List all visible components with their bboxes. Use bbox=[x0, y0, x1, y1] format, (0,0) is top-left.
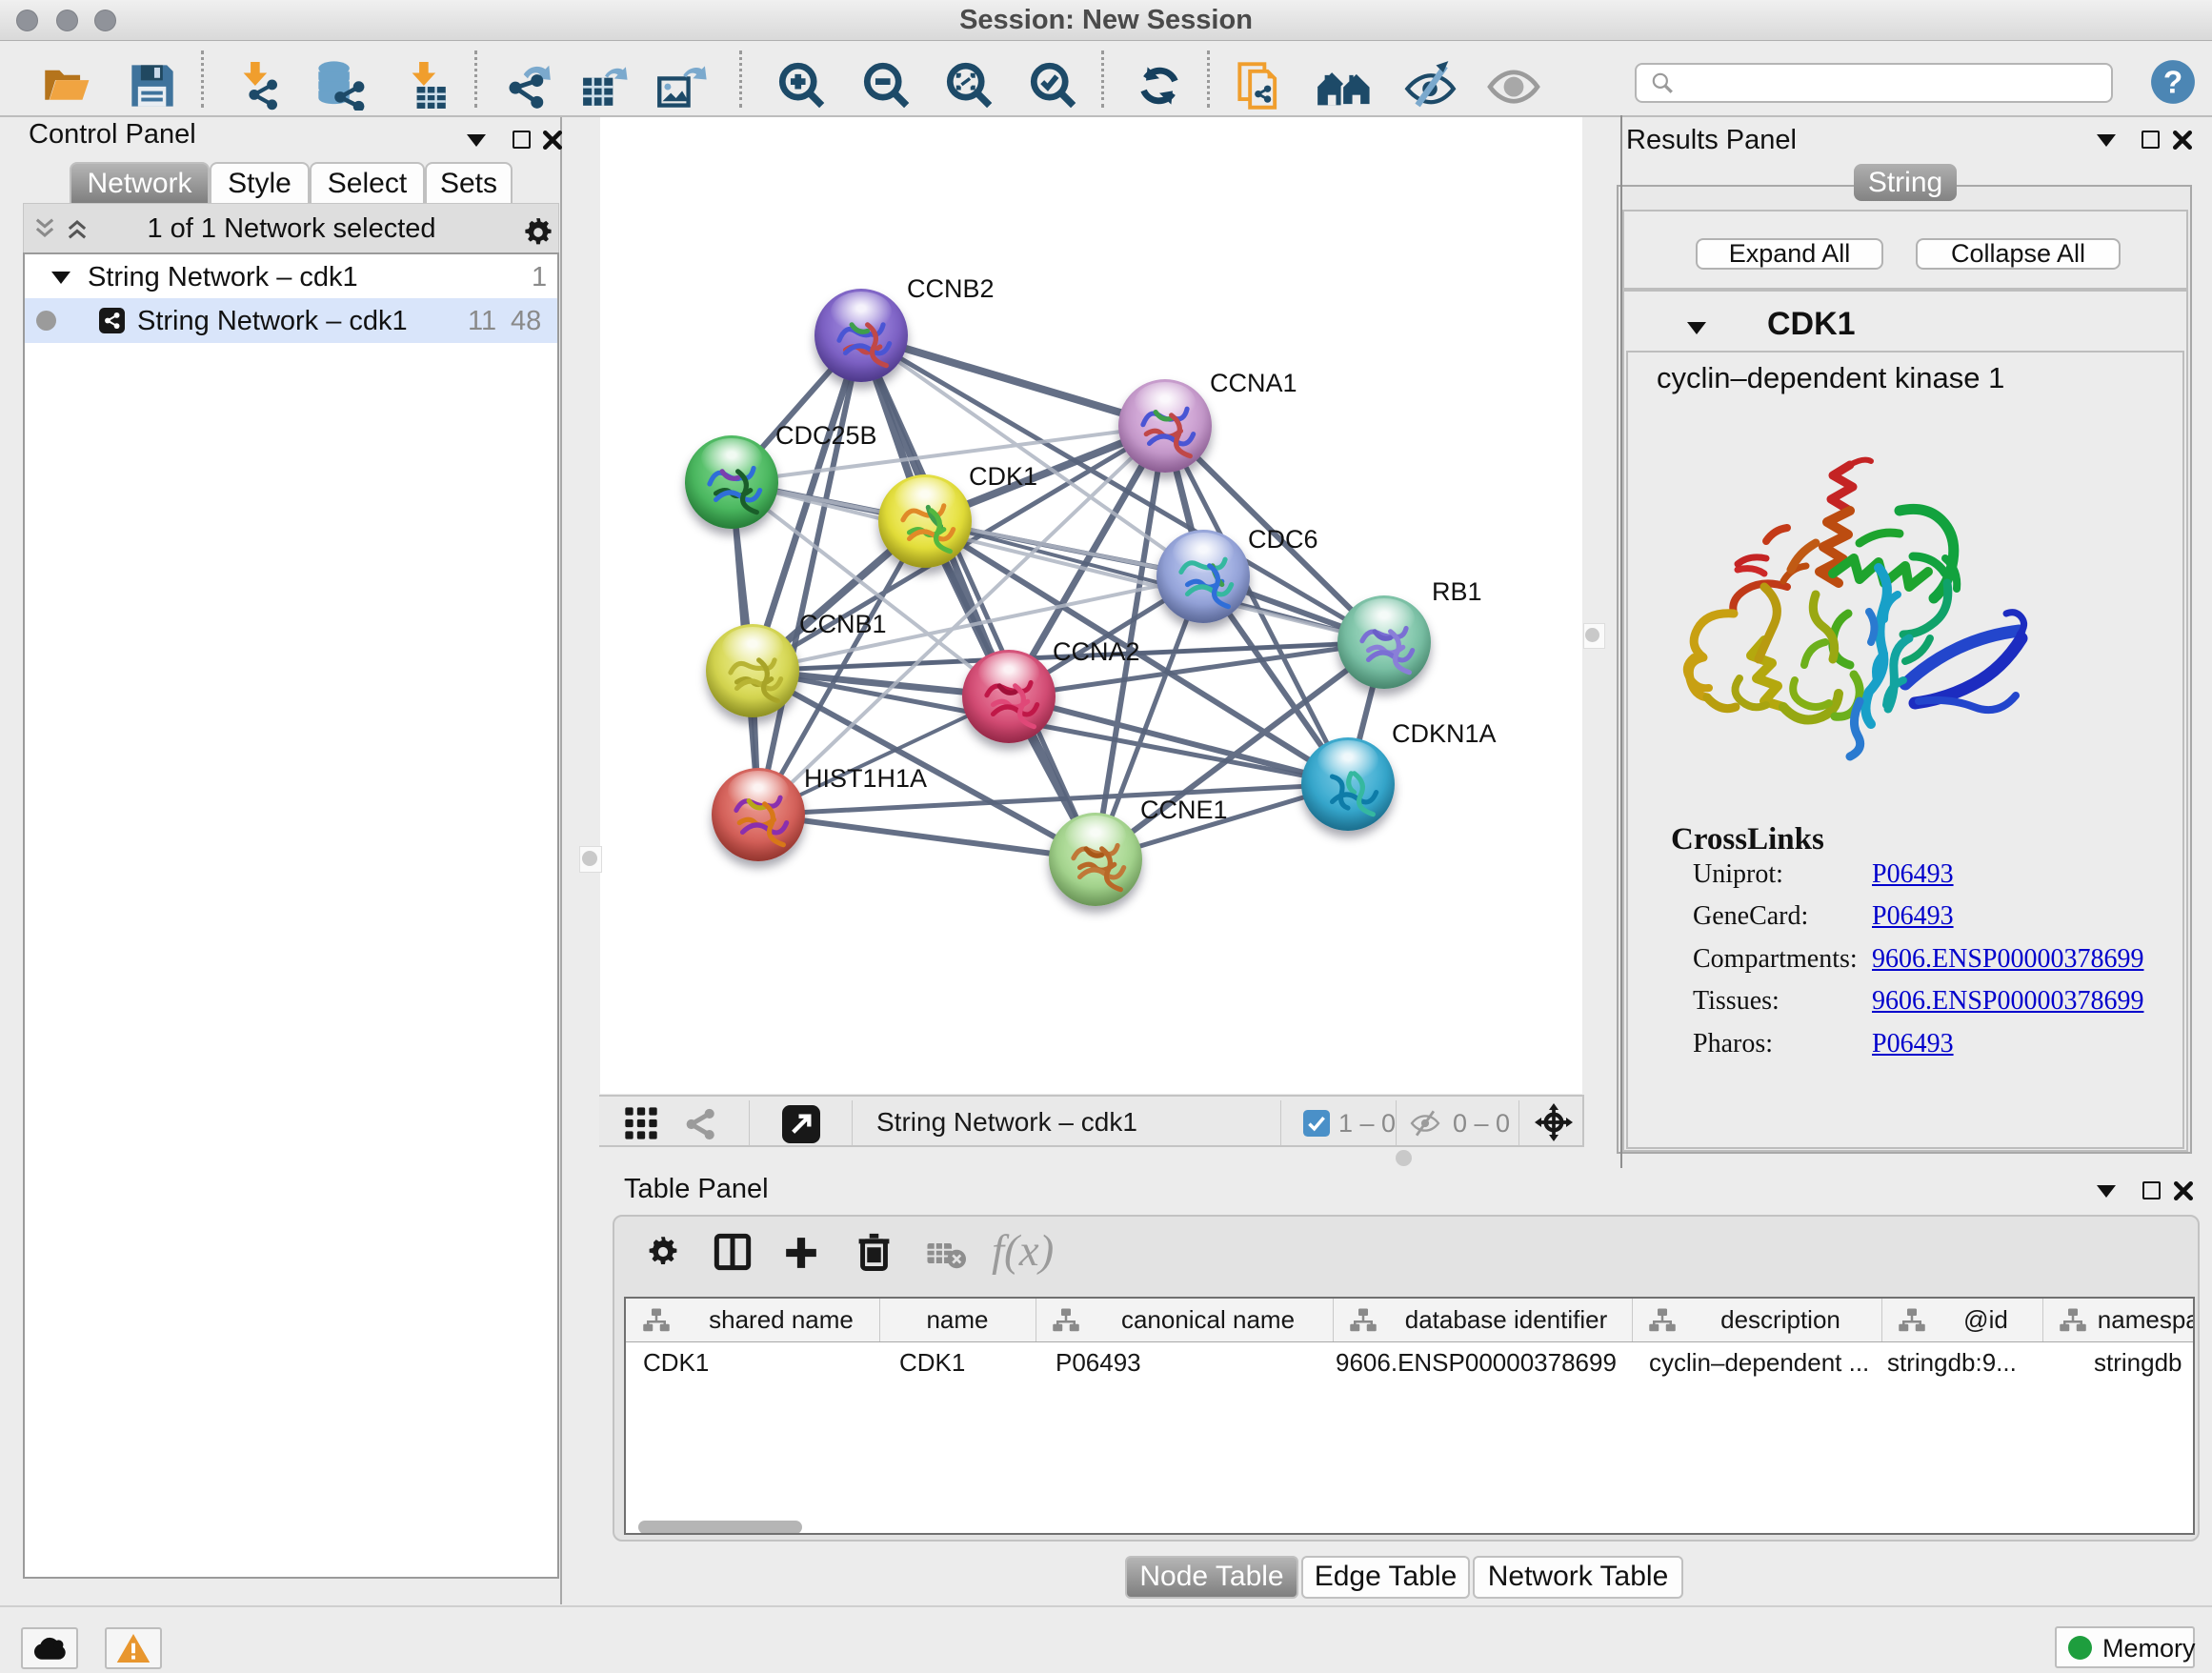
svg-text:?: ? bbox=[2163, 65, 2182, 100]
